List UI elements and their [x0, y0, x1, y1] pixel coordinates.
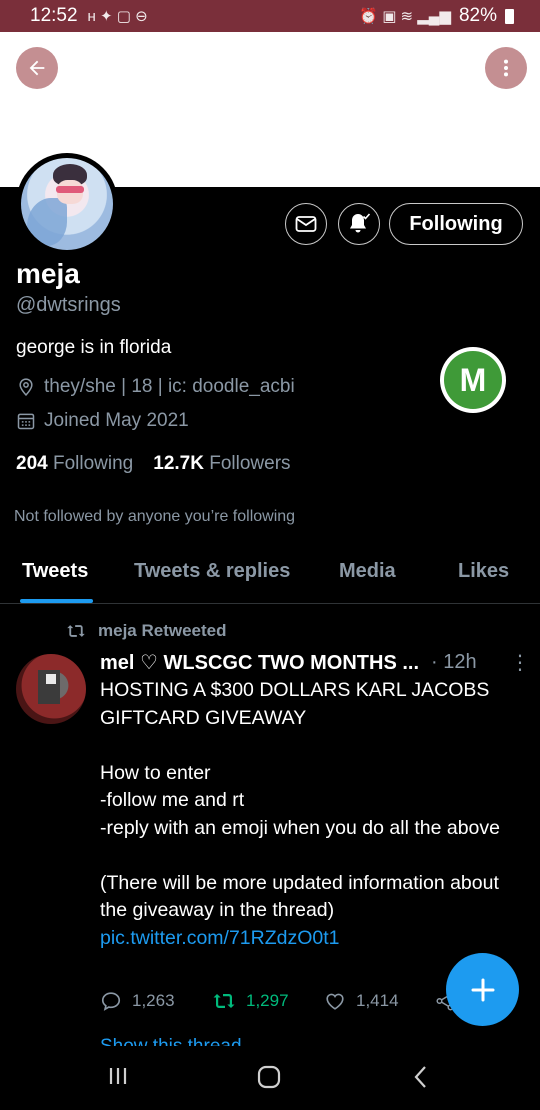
floating-app-badge[interactable]: M: [440, 347, 506, 413]
followers-label: Followers: [209, 453, 291, 474]
retweet-count: 1,297: [246, 991, 289, 1010]
retweet-context: meja Retweeted: [66, 621, 227, 641]
back-arrow-icon: [29, 60, 45, 76]
battery-icon: [505, 8, 514, 24]
status-time: 12:52: [30, 5, 78, 26]
join-date-text: Joined May 2021: [44, 410, 189, 431]
tweet-author-name[interactable]: mel ♡ WLSCGC TWO MONTHS ...: [100, 650, 419, 675]
recent-apps-button[interactable]: [106, 1064, 130, 1093]
location-text: they/she | 18 | ic: doodle_acbi: [44, 376, 295, 397]
tweet-media-link[interactable]: pic.twitter.com/71RZdzO0t1: [100, 927, 340, 949]
profile-tabs: Tweets Tweets & replies Media Likes: [0, 548, 540, 604]
tweet-text: HOSTING A $300 DOLLARS KARL JACOBS GIFTC…: [100, 679, 500, 921]
back-button[interactable]: [16, 47, 58, 89]
following-count: 204: [16, 453, 48, 474]
status-bar: 12:52 ʜ ✦ ▢ ⊖ ⏰ ▣ ≋ ▂▄▆ 82%: [0, 0, 540, 32]
like-icon: [326, 993, 344, 1010]
following-label: Following: [52, 453, 134, 474]
profile-name: meja: [16, 258, 80, 289]
app-logo-icon: M: [444, 351, 502, 409]
reply-count: 1,263: [132, 991, 175, 1010]
tab-likes[interactable]: Likes: [458, 560, 509, 583]
profile-bio: george is in florida: [16, 337, 172, 358]
more-options-button[interactable]: [485, 47, 527, 89]
followers-count-link[interactable]: 12.7K Followers: [153, 453, 290, 475]
compose-tweet-button[interactable]: [446, 953, 519, 1026]
followers-count: 12.7K: [153, 453, 204, 474]
tab-tweets-replies[interactable]: Tweets & replies: [134, 560, 290, 583]
bell-icon: [350, 213, 371, 233]
battery-level: 82%: [458, 5, 497, 26]
tweet-actions: 1,263 1,297 1,414: [100, 990, 456, 1012]
retweet-icon: [67, 625, 85, 637]
tweet-author-avatar[interactable]: [16, 654, 86, 724]
tab-media[interactable]: Media: [339, 560, 396, 583]
calendar-icon: [17, 413, 35, 430]
profile-handle: @dwtsrings: [16, 294, 121, 316]
tab-tweets[interactable]: Tweets: [22, 560, 88, 583]
following-button[interactable]: Following: [389, 203, 523, 245]
profile-avatar[interactable]: [16, 153, 118, 255]
retweet-action[interactable]: 1,297: [212, 991, 324, 1011]
follow-counts: 204 Following 12.7K Followers: [16, 453, 291, 475]
system-icons: ⏰ ▣ ≋ ▂▄▆: [359, 8, 451, 25]
tweet-more-icon[interactable]: ⋮: [510, 650, 530, 675]
recent-apps-icon: [109, 1068, 127, 1084]
tweet-header: mel ♡ WLSCGC TWO MONTHS ... · 12h ⋮: [100, 650, 530, 675]
compose-plus-icon: [471, 978, 494, 1001]
show-thread-link[interactable]: Show this thread: [100, 1036, 300, 1046]
home-button[interactable]: [256, 1064, 282, 1095]
location-icon: [19, 378, 33, 396]
not-followed-notice: Not followed by anyone you’re following: [14, 508, 296, 525]
following-count-link[interactable]: 204 Following: [16, 453, 133, 475]
tweet-body: HOSTING A $300 DOLLARS KARL JACOBS GIFTC…: [100, 677, 520, 952]
reply-action[interactable]: 1,263: [100, 990, 212, 1012]
more-vertical-icon: [503, 59, 509, 77]
retweet-context-text: meja Retweeted: [98, 621, 227, 640]
retweet-action-icon: [213, 994, 235, 1008]
profile-location: they/she | 18 | ic: doodle_acbi: [16, 376, 295, 398]
home-icon: [257, 1065, 281, 1089]
message-button[interactable]: [285, 203, 327, 245]
system-nav-bar: [0, 1046, 540, 1110]
like-action[interactable]: 1,414: [324, 990, 434, 1012]
notification-icons: ʜ ✦ ▢ ⊖: [87, 8, 148, 25]
active-tab-indicator: [20, 599, 93, 603]
back-chevron-icon: [414, 1066, 426, 1088]
reply-icon: [101, 992, 121, 1011]
like-count: 1,414: [356, 991, 399, 1010]
notifications-button[interactable]: [338, 203, 380, 245]
mail-icon: [295, 216, 317, 232]
back-nav-button[interactable]: [410, 1064, 432, 1095]
tweet-time: · 12h: [431, 651, 477, 673]
profile-join-date: Joined May 2021: [16, 410, 189, 432]
